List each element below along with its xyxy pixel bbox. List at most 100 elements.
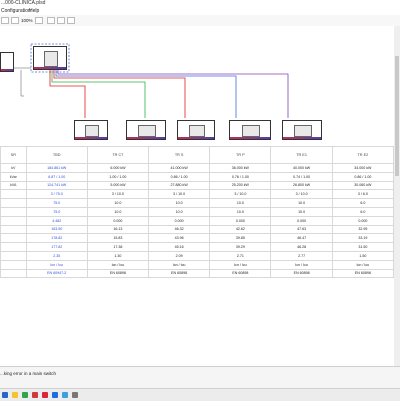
table-cell: 75.0 bbox=[25, 198, 88, 208]
row-label bbox=[0, 233, 27, 244]
properties-table: SR TBD TR CT TR S TR P TR E1 TR E2 kV 184… bbox=[0, 146, 395, 279]
row-label: kV bbox=[0, 163, 27, 173]
menu-help[interactable]: Help bbox=[29, 7, 39, 15]
window-title: ...000-CLINICA.plsd bbox=[1, 0, 46, 6]
table-cell: 6.87 / 1.00 bbox=[25, 171, 88, 182]
menu-bar: Configuration Help bbox=[0, 7, 400, 15]
undo-icon[interactable] bbox=[47, 17, 55, 24]
vertical-scrollbar[interactable] bbox=[394, 26, 400, 366]
table-cell: 6.000 kW bbox=[86, 163, 150, 173]
supply-node[interactable] bbox=[0, 52, 14, 72]
table-cell: 0.000 bbox=[209, 215, 272, 226]
table-cell: 46.32 bbox=[148, 224, 211, 235]
table-cell: 75.0 bbox=[25, 206, 88, 217]
table-cell: 0.000 bbox=[331, 215, 395, 226]
subboard-tr-p[interactable] bbox=[177, 120, 215, 140]
mail-icon[interactable] bbox=[62, 392, 68, 398]
table-cell: 0.76 / 1.00 bbox=[209, 171, 272, 182]
zoom-out-button[interactable] bbox=[1, 17, 9, 24]
row-label bbox=[0, 198, 27, 208]
table-cell: 39.85 bbox=[209, 233, 272, 244]
row-label bbox=[0, 268, 27, 279]
table-cell: 3 / 10.0 bbox=[270, 189, 333, 200]
table-row: kVA 124.741 kW 5.000 kW 27.880 kW 25.200 kW 2… bbox=[0, 180, 395, 191]
header-sr: SR bbox=[0, 146, 27, 164]
table-cell: Icn / Icu bbox=[86, 259, 150, 270]
menu-configuration[interactable]: Configuration bbox=[1, 7, 31, 15]
table-cell: 17.38 bbox=[86, 242, 150, 252]
table-cell: 26.800 kW bbox=[270, 180, 333, 191]
table-cell: EN 60947-2 bbox=[25, 268, 88, 279]
zoom-dropdown-icon[interactable] bbox=[35, 17, 43, 24]
table-header-row: SR TBD TR CT TR S TR P TR E1 TR E2 bbox=[0, 146, 395, 164]
table-cell: 10.0 bbox=[86, 206, 150, 217]
table-cell: 10.0 bbox=[270, 206, 333, 217]
table-cell: 0.000 bbox=[270, 215, 333, 226]
table-cell: 41.000 kW bbox=[148, 163, 211, 173]
start-icon[interactable] bbox=[2, 392, 8, 398]
table-cell: 5.000 kW bbox=[86, 180, 150, 191]
row-label bbox=[0, 206, 27, 217]
table-cell: 3 / 10.0 bbox=[86, 189, 150, 200]
row-label: kVar bbox=[0, 171, 27, 182]
table-row: kVar 6.87 / 1.00 1.00 / 1.00 0.86 / 1.00 0.7… bbox=[0, 171, 395, 182]
table-cell: EN 60898 bbox=[86, 268, 150, 279]
table-cell: 39.29 bbox=[209, 242, 272, 252]
subboard-tr-ct[interactable] bbox=[74, 120, 108, 140]
distribution-board-node[interactable] bbox=[33, 46, 67, 70]
header-tr-e1: TR E1 bbox=[270, 146, 333, 164]
table-cell: 31.50 bbox=[331, 242, 395, 252]
table-cell: 27.880 kW bbox=[148, 180, 211, 191]
table-cell: 32.95 bbox=[331, 224, 395, 235]
table-cell: 10.0 bbox=[209, 206, 272, 217]
app-red-icon[interactable] bbox=[32, 392, 38, 398]
table-cell: 47.63 bbox=[270, 224, 333, 235]
zoom-level[interactable]: 100% bbox=[21, 16, 33, 25]
subboard-tr-e2[interactable] bbox=[282, 120, 322, 140]
table-cell: 43.96 bbox=[148, 233, 211, 244]
table-cell: 46.47 bbox=[270, 233, 333, 244]
table-cell: 3 / 75.0 bbox=[25, 189, 88, 200]
layout-icon[interactable] bbox=[67, 17, 75, 24]
table-cell: Icn / Icu bbox=[331, 259, 395, 270]
browser-icon[interactable] bbox=[52, 392, 58, 398]
row-label bbox=[0, 250, 27, 261]
table-row: EN 60947-2 EN 60898 EN 60898 EN 60898 EN 608… bbox=[0, 268, 395, 279]
table-cell: 42.62 bbox=[209, 224, 272, 235]
table-row: 75.0 10.0 10.0 10.0 10.0 6.0 bbox=[0, 206, 395, 217]
table-cell: 178.82 bbox=[25, 233, 88, 244]
row-label bbox=[0, 242, 27, 252]
table-cell: 15.83 bbox=[86, 233, 150, 244]
pdf-icon[interactable] bbox=[42, 392, 48, 398]
table-cell: 2.71 bbox=[209, 250, 272, 261]
app-green-icon[interactable] bbox=[22, 392, 28, 398]
table-row: 163.50 16.13 46.32 42.62 47.63 32.95 bbox=[0, 224, 395, 235]
table-row: 2.35 1.30 2.09 2.71 2.77 1.50 bbox=[0, 250, 395, 261]
header-tr-p: TR P bbox=[209, 146, 272, 164]
table-cell: 10.0 bbox=[270, 198, 333, 208]
table-cell: 6.0 bbox=[331, 198, 395, 208]
status-panel: ...king error in a main switch bbox=[0, 366, 400, 389]
drawing-canvas[interactable]: SR TBD TR CT TR S TR P TR E1 TR E2 kV 184… bbox=[0, 26, 395, 366]
table-cell: 10.0 bbox=[148, 198, 211, 208]
subboard-tr-s[interactable] bbox=[126, 120, 166, 140]
table-cell: 3 / 6.0 bbox=[331, 189, 395, 200]
header-tbd: TBD bbox=[25, 146, 88, 164]
app-gray-icon[interactable] bbox=[72, 392, 78, 398]
folder-icon[interactable] bbox=[12, 392, 18, 398]
redo-icon[interactable] bbox=[57, 17, 65, 24]
table-cell: 0.74 / 1.00 bbox=[270, 171, 333, 182]
table-cell: Icn / Icu bbox=[270, 259, 333, 270]
table-cell: EN 60898 bbox=[270, 268, 333, 279]
table-cell: 163.50 bbox=[25, 224, 88, 235]
table-row: 4.482 0.000 0.000 0.000 0.000 0.000 bbox=[0, 215, 395, 226]
table-row: 177.82 17.38 45.16 39.29 46.28 31.50 bbox=[0, 242, 395, 252]
subboard-tr-e1[interactable] bbox=[229, 120, 271, 140]
status-message: ...king error in a main switch bbox=[0, 371, 57, 376]
zoom-fit-icon[interactable] bbox=[11, 17, 19, 24]
table-cell: 46.28 bbox=[270, 242, 333, 252]
table-cell: 34.000 kW bbox=[331, 163, 395, 173]
header-tr-s: TR S bbox=[148, 146, 211, 164]
table-cell: 40.000 kW bbox=[270, 163, 333, 173]
table-cell: 2.09 bbox=[148, 250, 211, 261]
